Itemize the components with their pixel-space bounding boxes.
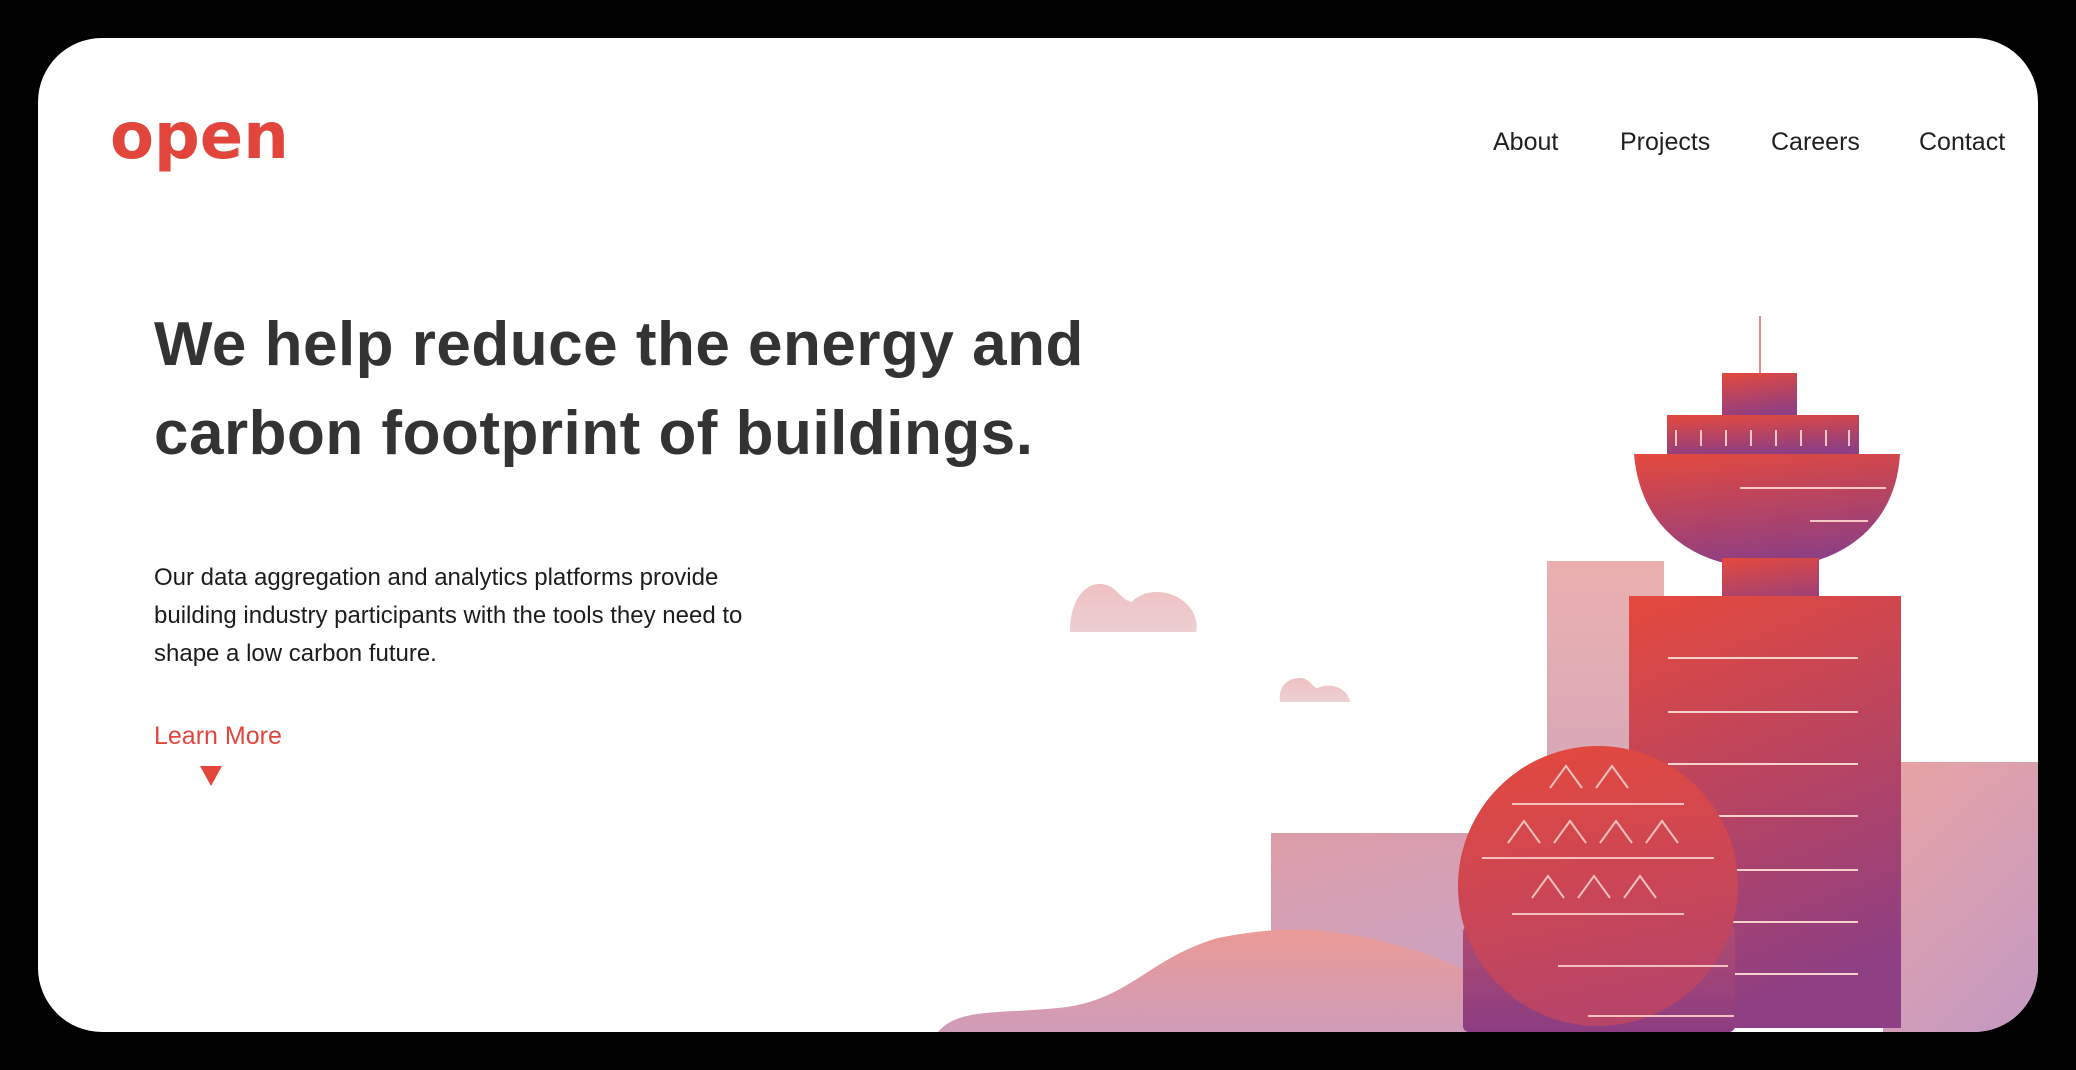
tower-deck [1667, 415, 1859, 455]
nav-projects[interactable]: Projects [1620, 122, 1710, 162]
cloud [1279, 678, 1350, 702]
tower-top [1722, 373, 1797, 418]
browser-viewport: open About Projects Careers Contact We h… [38, 38, 2038, 1032]
right-building [1883, 762, 2038, 1032]
hero-description-line: shape a low carbon future. [154, 640, 437, 667]
learn-more-link[interactable]: Learn More [154, 719, 282, 753]
hero-description-line: building industry participants with the … [154, 602, 743, 629]
nav-about[interactable]: About [1493, 122, 1558, 162]
triangle-down-icon[interactable] [200, 766, 222, 786]
tower-bowl [1634, 454, 1900, 568]
nav-contact[interactable]: Contact [1919, 122, 2005, 162]
city-skyline-illustration [938, 316, 2038, 1032]
nav-careers[interactable]: Careers [1771, 122, 1860, 162]
hero-description-line: Our data aggregation and analytics platf… [154, 564, 719, 591]
hero-description: Our data aggregation and analytics platf… [154, 559, 914, 673]
main-nav: About Projects Careers Contact [38, 122, 2038, 162]
dome [1458, 746, 1738, 1026]
cloud [1070, 584, 1197, 632]
